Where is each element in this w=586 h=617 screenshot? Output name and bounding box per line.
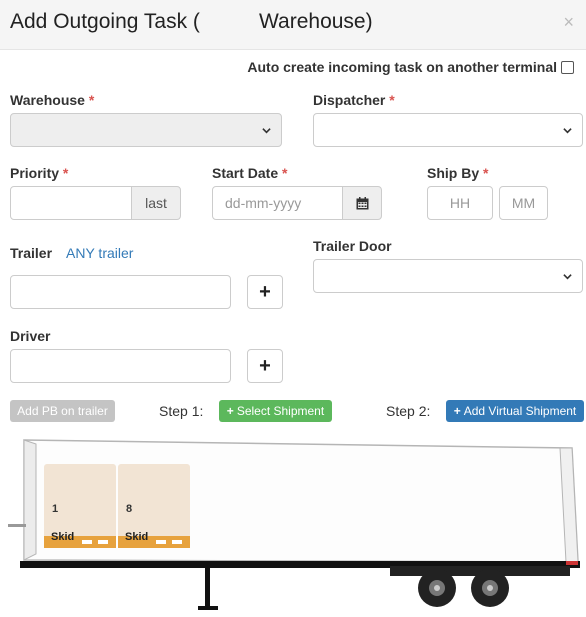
skid-item[interactable]: 8 Skid: [118, 464, 190, 548]
trailer-door-label: Trailer Door: [313, 238, 392, 254]
plus-icon: +: [259, 280, 271, 303]
auto-create-checkbox[interactable]: [561, 60, 574, 74]
trailer-illustration: 1 Skid 8 Skid: [0, 430, 586, 617]
driver-label: Driver: [10, 328, 51, 344]
modal-title: Add Outgoing Task (: [10, 10, 200, 33]
skid-item[interactable]: 1 Skid: [44, 464, 116, 548]
ship-by-hour-input[interactable]: HH: [427, 186, 493, 220]
priority-addon: last: [131, 186, 181, 220]
any-trailer-link[interactable]: ANY trailer: [66, 245, 133, 261]
warehouse-select[interactable]: [10, 113, 282, 147]
required-marker: *: [389, 92, 395, 108]
auto-create-label: Auto create incoming task on another ter…: [247, 59, 557, 75]
select-shipment-button[interactable]: + Select Shipment: [219, 400, 332, 422]
skid-label: Skid: [125, 531, 149, 543]
skid-label: Skid: [51, 531, 75, 543]
add-virtual-shipment-label: Add Virtual Shipment: [463, 404, 577, 418]
modal-title-warehouse: Warehouse): [259, 10, 373, 33]
required-marker: *: [483, 165, 489, 181]
select-shipment-label: Select Shipment: [236, 404, 325, 418]
chevron-down-icon: [563, 274, 572, 280]
ship-by-minute-input[interactable]: MM: [499, 186, 548, 220]
required-marker: *: [88, 92, 95, 108]
priority-label: Priority *: [10, 165, 68, 181]
ship-by-label: Ship By *: [427, 165, 488, 181]
required-marker: *: [62, 165, 69, 181]
step-2-label: Step 2:: [386, 403, 431, 419]
auto-create-row: Auto create incoming task on another ter…: [247, 59, 574, 75]
priority-label-text: Priority: [10, 165, 60, 181]
skid-number: 8: [126, 503, 133, 515]
ship-by-label-text: Ship By: [427, 165, 480, 181]
start-date-label: Start Date *: [212, 165, 287, 181]
add-virtual-shipment-button[interactable]: + Add Virtual Shipment: [446, 400, 584, 422]
modal-header: Add Outgoing Task ( Warehouse) ×: [0, 0, 586, 50]
start-date-label-text: Start Date: [212, 165, 279, 181]
trailer-label: Trailer: [10, 245, 53, 261]
warehouse-label-text: Warehouse: [10, 92, 85, 108]
skid-number: 1: [52, 503, 59, 515]
start-date-input[interactable]: dd-mm-yyyy: [212, 186, 343, 220]
dispatcher-label-text: Dispatcher: [313, 92, 386, 108]
add-pb-on-trailer-button[interactable]: Add PB on trailer: [10, 400, 115, 422]
chevron-down-icon: [262, 128, 271, 134]
required-marker: *: [282, 165, 288, 181]
dispatcher-label: Dispatcher *: [313, 92, 395, 108]
add-trailer-button[interactable]: +: [247, 275, 283, 309]
dispatcher-select[interactable]: [313, 113, 583, 147]
chevron-down-icon: [563, 128, 572, 134]
priority-input[interactable]: [10, 186, 132, 220]
trailer-door-select[interactable]: [313, 259, 583, 293]
trailer-input[interactable]: [10, 275, 231, 309]
add-driver-button[interactable]: +: [247, 349, 283, 383]
plus-icon: +: [453, 404, 461, 418]
plus-icon: +: [226, 404, 234, 418]
calendar-icon: [356, 196, 368, 209]
driver-input[interactable]: [10, 349, 231, 383]
calendar-button[interactable]: [342, 186, 382, 220]
step-1-label: Step 1:: [159, 403, 204, 419]
plus-icon: +: [259, 354, 271, 377]
warehouse-label: Warehouse *: [10, 92, 94, 108]
close-icon[interactable]: ×: [563, 12, 574, 33]
